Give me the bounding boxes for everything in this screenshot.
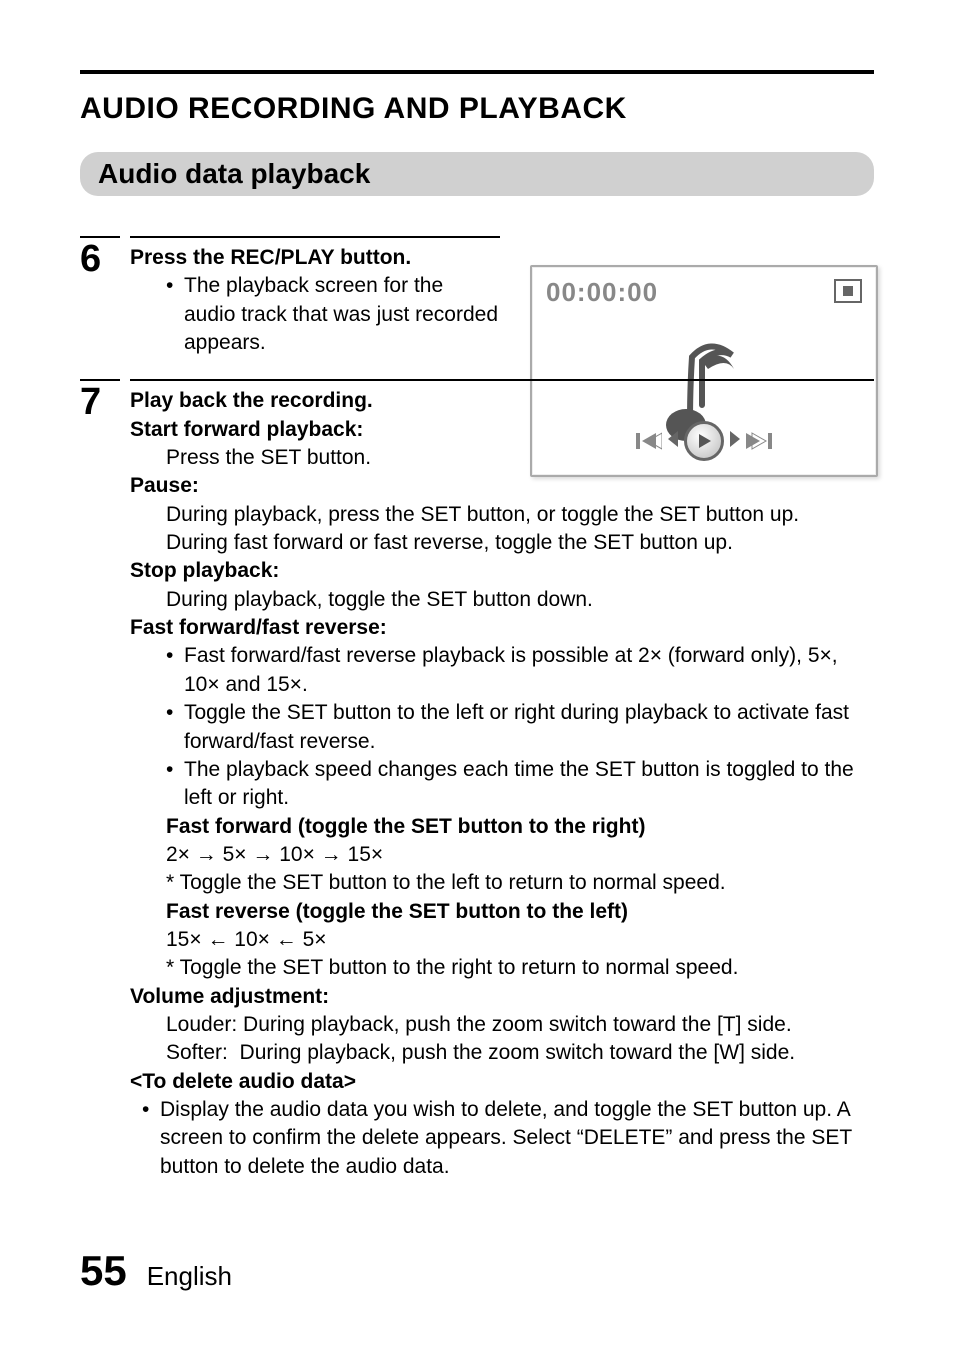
volume-label: Volume adjustment: <box>130 983 874 1011</box>
step-7-heading: Play back the recording. <box>130 387 500 415</box>
step-number: 7 <box>80 379 120 1193</box>
start-forward-body: Press the SET button. <box>130 444 500 472</box>
step-6: 6 Press the REC/PLAY button. • The playb… <box>80 236 874 369</box>
page-footer: 55 English <box>80 1247 232 1295</box>
step-6-heading: Press the REC/PLAY button. <box>130 244 500 272</box>
language-label: English <box>147 1261 232 1292</box>
bullet-icon: • <box>142 1096 160 1181</box>
step-6-bullet: The playback screen for the audio track … <box>184 272 500 357</box>
bullet-icon: • <box>166 756 184 813</box>
volume-louder: Louder: During playback, push the zoom s… <box>130 1011 874 1039</box>
pause-body-1: During playback, press the SET button, o… <box>130 501 874 529</box>
ff-bullet-3: The playback speed changes each time the… <box>184 756 874 813</box>
section-subtitle: Audio data playback <box>80 152 874 196</box>
step-7: 7 Play back the recording. Start forward… <box>80 379 874 1193</box>
pause-label: Pause: <box>130 472 874 500</box>
step-number: 6 <box>80 236 120 369</box>
stop-body: During playback, toggle the SET button d… <box>130 586 874 614</box>
ff-fwd-note: * Toggle the SET button to the left to r… <box>130 869 874 897</box>
ff-fwd-seq: 2× → 5× → 10× → 15× <box>130 841 874 869</box>
stop-label: Stop playback: <box>130 557 874 585</box>
start-forward-label: Start forward playback: <box>130 416 500 444</box>
delete-body: Display the audio data you wish to delet… <box>160 1096 874 1181</box>
page-number: 55 <box>80 1247 127 1295</box>
pause-body-2: During fast forward or fast reverse, tog… <box>130 529 874 557</box>
ff-rev-note: * Toggle the SET button to the right to … <box>130 954 874 982</box>
ff-rev-seq: 15× ← 10× ← 5× <box>130 926 874 954</box>
bullet-icon: • <box>166 272 184 357</box>
page-title: AUDIO RECORDING AND PLAYBACK <box>80 92 874 126</box>
bullet-icon: • <box>166 699 184 756</box>
volume-softer: Softer: During playback, push the zoom s… <box>130 1039 874 1067</box>
ff-rev-label: Fast reverse (toggle the SET button to t… <box>130 898 874 926</box>
top-rule <box>80 70 874 74</box>
ff-bullet-1: Fast forward/fast reverse playback is po… <box>184 642 874 699</box>
ff-label: Fast forward/fast reverse: <box>130 614 874 642</box>
delete-label: <To delete audio data> <box>130 1068 874 1096</box>
bullet-icon: • <box>166 642 184 699</box>
ff-bullet-2: Toggle the SET button to the left or rig… <box>184 699 874 756</box>
ff-fwd-label: Fast forward (toggle the SET button to t… <box>130 813 874 841</box>
